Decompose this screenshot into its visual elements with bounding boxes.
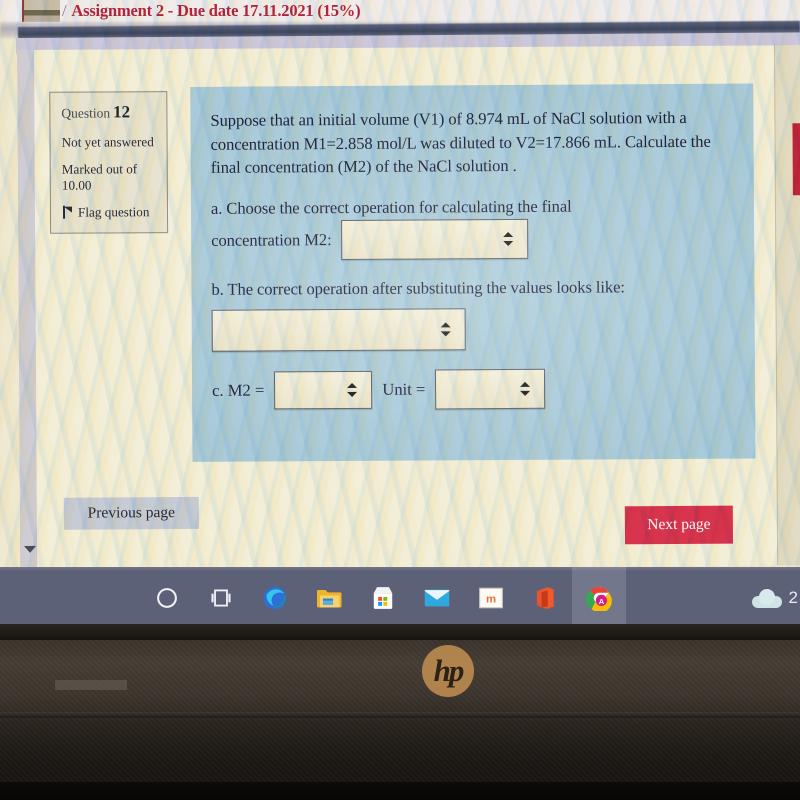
updown-arrows-icon (441, 321, 451, 337)
updown-arrows-icon (520, 381, 530, 397)
question-number-row: Question 12 (61, 102, 157, 123)
previous-page-button[interactable]: Previous page (63, 496, 199, 530)
taskbar-item-microsoft-store[interactable] (356, 567, 410, 628)
laptop-body (0, 640, 800, 800)
page-left-gutter (17, 49, 38, 570)
flag-question-label: Flag question (77, 204, 150, 220)
chrome-icon: A (586, 586, 612, 611)
question-part-c: c. M2 = Unit = (212, 367, 733, 410)
taskbar-item-file-explorer[interactable] (302, 567, 356, 628)
part-b-select[interactable] (211, 308, 466, 352)
cloud-icon[interactable] (751, 588, 782, 608)
question-stem: Suppose that an initial volume (V1) of 8… (210, 107, 711, 177)
question-label: Question (61, 105, 111, 121)
monitor-screen: / Assignment 2 - Due date 17.11.2021 (15%… (0, 0, 800, 628)
desk-surface (0, 782, 800, 800)
file-explorer-icon (317, 590, 342, 608)
taskbar-item-mail[interactable] (410, 567, 464, 628)
taskbar-item-office[interactable] (518, 567, 572, 628)
flag-icon (62, 206, 73, 219)
flag-question-button[interactable]: Flag question (62, 204, 158, 221)
question-part-a: a. Choose the correct operation for calc… (211, 193, 732, 260)
updown-arrows-icon (504, 231, 514, 247)
part-a-prefix: a. Choose the correct operation for calc… (210, 196, 572, 218)
taskbar-item-task-view[interactable] (194, 567, 248, 628)
taskbar-item-cortana[interactable] (140, 567, 194, 628)
page-thumbnail (22, 0, 60, 22)
question-body-panel: Suppose that an initial volume (V1) of 8… (190, 83, 756, 462)
edge-icon (263, 586, 287, 610)
device-sticker (55, 680, 127, 690)
hp-logo: hp (422, 645, 474, 697)
taskbar-item-moodle[interactable]: m (464, 567, 518, 628)
question-part-b: b. The correct operation after substitut… (211, 274, 732, 352)
breadcrumb[interactable]: / Assignment 2 - Due date 17.11.2021 (15%… (62, 1, 361, 21)
mail-icon (424, 589, 450, 607)
right-edge-accent (792, 123, 800, 196)
breadcrumb-text[interactable]: Assignment 2 - Due date 17.11.2021 (15%) (71, 1, 360, 20)
cortana-icon (157, 588, 177, 608)
taskbar-item-chrome[interactable]: A (572, 567, 626, 628)
office-icon (536, 587, 554, 609)
microsoft-store-icon (373, 587, 393, 609)
updown-arrows-icon (347, 382, 357, 398)
task-view-icon (211, 589, 231, 607)
part-a-label: concentration M2: (211, 229, 332, 250)
part-c-m2-select[interactable] (274, 370, 373, 410)
laptop-hinge (0, 712, 800, 718)
part-c-prefix: c. M2 = (212, 380, 265, 400)
part-a-select[interactable] (341, 218, 529, 260)
question-marks: Marked out of 10.00 (61, 161, 138, 193)
svg-text:A: A (599, 597, 605, 606)
caret-down-icon[interactable] (24, 545, 37, 553)
part-a-row: concentration M2: (211, 217, 732, 260)
weather-temperature[interactable]: 2 (789, 588, 798, 608)
taskbar-system-tray: 2 (751, 567, 800, 628)
breadcrumb-separator: / (62, 1, 67, 20)
taskbar-item-edge[interactable] (248, 567, 302, 628)
windows-taskbar: m A 2 (0, 567, 800, 628)
question-state: Not yet answered (61, 133, 154, 150)
part-b-label: b. The correct operation after substitut… (211, 277, 625, 299)
moodle-quiz-page: Question 12 Not yet answered Marked out o… (17, 45, 800, 570)
next-page-button[interactable]: Next page (624, 505, 734, 545)
svg-text:m: m (486, 593, 496, 605)
question-info-panel: Question 12 Not yet answered Marked out o… (49, 91, 169, 234)
question-number: 12 (113, 102, 131, 122)
part-c-unit-label: Unit = (382, 379, 426, 399)
moodle-icon: m (479, 587, 503, 609)
part-c-unit-select[interactable] (435, 368, 546, 410)
taskbar-icon-group: m A (140, 567, 626, 628)
laptop-screen-photo: / Assignment 2 - Due date 17.11.2021 (15%… (0, 0, 800, 800)
